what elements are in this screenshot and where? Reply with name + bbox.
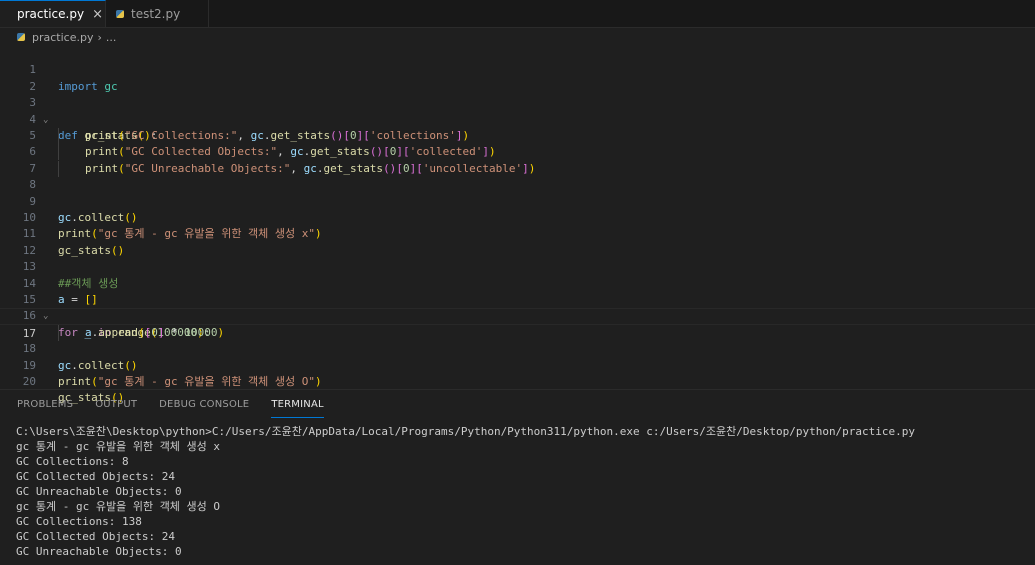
code-line: 5 print("GC Collected Objects:", gc.get_…: [0, 112, 1035, 161]
code-line-current: 17: [0, 308, 1035, 340]
code-line: 4 print("GC Collections:", gc.get_stats(…: [0, 95, 1035, 144]
code-line: 10 print("gc 통계 - gc 유발을 위한 객체 생성 x"): [0, 194, 1035, 240]
code-line: 16 a.append([0] * 10000): [0, 292, 1035, 341]
function-call: print: [58, 375, 92, 388]
code-line: 12: [0, 226, 1035, 257]
code-line: 20 gc_stats(): [0, 358, 1035, 404]
terminal-line: GC Unreachable Objects: 0: [16, 485, 182, 498]
code-line: 7: [0, 144, 1035, 175]
string-literal: "gc 통계 - gc 유발을 위한 객체 생성 O": [97, 375, 316, 388]
chevron-right-icon: ›: [97, 30, 102, 44]
tab-label: practice.py: [17, 7, 85, 21]
tab-label: test2.py: [131, 6, 181, 21]
code-line: 8: [0, 161, 1035, 191]
terminal-line: gc 통계 - gc 유발을 위한 객체 생성 O: [16, 500, 221, 513]
code-line: 9 gc.collect(): [0, 177, 1035, 224]
terminal-line: gc 통계 - gc 유발을 위한 객체 생성 x: [16, 440, 221, 453]
line-number: 20: [22, 375, 36, 388]
code-line: 11 gc_stats(): [0, 210, 1035, 256]
code-line: 6 print("GC Unreachable Objects:", gc.ge…: [0, 128, 1035, 177]
python-file-icon: [17, 33, 25, 41]
close-icon[interactable]: ×: [92, 7, 103, 22]
code-editor[interactable]: 1 import gc 2 3 ⌄ def gc_stats(): 4 prin…: [0, 45, 1035, 404]
code-line: 3 ⌄ def gc_stats():: [0, 79, 1035, 142]
terminal-line: C:\Users\조윤찬\Desktop\python>C:/Users/조윤찬…: [16, 425, 916, 438]
code-line: 18 gc.collect(): [0, 325, 1035, 371]
code-line: 2: [0, 62, 1035, 93]
code-line: 1 import gc: [0, 46, 1035, 92]
terminal-line: GC Collected Objects: 24: [16, 530, 175, 543]
editor-tab-bar: practice.py × test2.py: [0, 0, 1035, 28]
tab-practice-py[interactable]: practice.py ×: [0, 0, 106, 27]
breadcrumb-file[interactable]: practice.py: [32, 31, 93, 44]
terminal-line: GC Collected Objects: 24: [16, 470, 175, 483]
terminal-line: GC Collections: 138: [16, 515, 142, 528]
breadcrumb: practice.py › ...: [17, 29, 116, 45]
tab-debug-console[interactable]: DEBUG CONSOLE: [159, 393, 249, 419]
code-line: 14 a = []: [0, 259, 1035, 306]
breadcrumb-more[interactable]: ...: [106, 31, 117, 44]
tab-problems[interactable]: PROBLEMS: [17, 393, 73, 419]
terminal-line: GC Collections: 8: [16, 455, 129, 468]
panel-divider[interactable]: [0, 389, 1035, 390]
code-line: 19 print("gc 통계 - gc 유발을 위한 객체 생성 O"): [0, 341, 1035, 388]
tab-test2-py[interactable]: test2.py: [106, 0, 209, 27]
terminal-output[interactable]: C:\Users\조윤찬\Desktop\python>C:/Users/조윤찬…: [16, 424, 1026, 559]
code-line: 13 ##객체 생성: [0, 243, 1035, 289]
panel-tab-bar: PROBLEMS OUTPUT DEBUG CONSOLE TERMINAL: [0, 393, 329, 419]
tab-output[interactable]: OUTPUT: [95, 393, 137, 419]
code-line: 15 ⌄ for _ in range(100000):: [0, 276, 1035, 339]
tab-terminal[interactable]: TERMINAL: [271, 393, 324, 418]
terminal-line: GC Unreachable Objects: 0: [16, 545, 182, 558]
python-file-icon: [116, 9, 124, 18]
